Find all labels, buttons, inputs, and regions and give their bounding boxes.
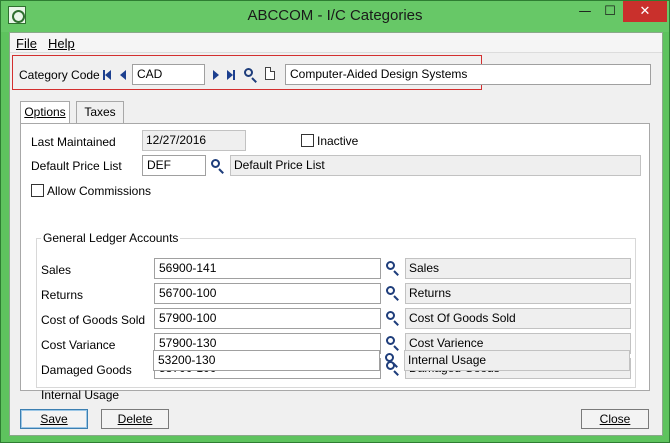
- menu-help-label: Help: [48, 36, 75, 51]
- category-code-input[interactable]: CAD: [132, 64, 205, 85]
- search-icon: [386, 261, 395, 270]
- next-record-button[interactable]: [210, 68, 222, 82]
- menu-file-label: File: [16, 36, 37, 51]
- search-icon: [244, 68, 253, 77]
- next-arrow-icon: [213, 70, 219, 80]
- search-icon-handle: [393, 320, 399, 326]
- search-icon-handle: [392, 362, 398, 368]
- search-icon-handle: [251, 77, 257, 83]
- search-icon: [386, 336, 395, 345]
- tab-taxes[interactable]: Taxes: [76, 101, 124, 123]
- tab-taxes-label: Taxes: [84, 105, 116, 119]
- gl-row-label: Cost of Goods Sold: [41, 313, 146, 327]
- minimize-button[interactable]: —: [573, 1, 597, 22]
- first-record-button[interactable]: [101, 68, 113, 82]
- first-arrow-icon: [105, 70, 111, 80]
- search-icon: [385, 353, 394, 362]
- gl-row-label: Returns: [41, 288, 84, 302]
- category-description-input[interactable]: Computer-Aided Design Systems: [285, 64, 651, 85]
- app-window: ABCCOM - I/C Categories — ☐ ✕ File Help …: [0, 0, 670, 443]
- category-lookup-button[interactable]: [243, 67, 259, 83]
- inactive-checkbox[interactable]: [301, 134, 314, 147]
- gl-accounts-title: General Ledger Accounts: [41, 231, 181, 245]
- delete-button-label: Delete: [117, 412, 153, 426]
- allow-commissions-checkbox[interactable]: [31, 184, 44, 197]
- delete-button[interactable]: Delete: [101, 409, 169, 429]
- gl-lookup-button[interactable]: [385, 310, 401, 326]
- menu-help[interactable]: Help: [48, 36, 75, 51]
- last-maintained-value: 12/27/2016: [142, 130, 246, 151]
- search-icon: [386, 311, 395, 320]
- menu-bar: File Help: [10, 33, 662, 53]
- close-button[interactable]: Close: [581, 409, 649, 429]
- previous-arrow-icon: [120, 70, 126, 80]
- maximize-button[interactable]: ☐: [598, 1, 622, 22]
- search-icon-handle: [393, 295, 399, 301]
- gl-account-desc: Sales: [405, 258, 631, 279]
- gl-lookup-button[interactable]: [385, 285, 401, 301]
- tab-options-label: Options: [24, 105, 66, 119]
- gl-lookup-button[interactable]: [385, 335, 401, 351]
- gl-lookup-button[interactable]: [384, 352, 400, 368]
- save-button[interactable]: Save: [20, 409, 88, 429]
- menu-file[interactable]: File: [16, 36, 37, 51]
- last-maintained-label: Last Maintained: [31, 135, 116, 149]
- gl-account-input[interactable]: 56700-100: [154, 283, 381, 304]
- client-area: File Help Category Code CAD Computer-Aid…: [9, 32, 663, 436]
- close-window-button[interactable]: ✕: [623, 1, 667, 22]
- last-record-button[interactable]: [225, 68, 237, 82]
- search-icon: [386, 286, 395, 295]
- default-price-list-label: Default Price List: [31, 159, 122, 173]
- window-title: ABCCOM - I/C Categories: [247, 7, 423, 24]
- gl-account-desc: Cost Of Goods Sold: [405, 308, 631, 329]
- tab-options[interactable]: Options: [20, 101, 70, 124]
- gl-row-label: Sales: [41, 263, 72, 277]
- gl-account-desc: Internal Usage: [404, 350, 630, 371]
- new-document-icon[interactable]: [265, 67, 275, 80]
- gl-account-desc: Returns: [405, 283, 631, 304]
- category-code-row: Category Code CAD Computer-Aided Design …: [10, 55, 662, 91]
- title-bar: ABCCOM - I/C Categories — ☐ ✕: [1, 1, 669, 32]
- search-icon-handle: [393, 270, 399, 276]
- price-list-lookup-button[interactable]: [210, 158, 226, 174]
- category-code-label: Category Code: [19, 68, 100, 82]
- inactive-label: Inactive: [317, 134, 359, 148]
- allow-commissions-label: Allow Commissions: [47, 184, 152, 198]
- default-price-list-desc: Default Price List: [230, 155, 641, 176]
- search-icon-handle: [393, 345, 399, 351]
- save-button-label: Save: [40, 412, 68, 426]
- gl-row-label: Damaged Goods: [41, 363, 132, 377]
- default-price-list-input[interactable]: DEF: [142, 155, 206, 176]
- close-button-label: Close: [599, 412, 631, 426]
- gl-lookup-button[interactable]: [385, 260, 401, 276]
- search-icon-handle: [218, 168, 224, 174]
- gl-row-label: Internal Usage: [41, 388, 120, 402]
- search-icon-handle: [393, 370, 399, 376]
- gl-account-input[interactable]: 53200-130: [153, 350, 380, 371]
- search-icon: [211, 159, 220, 168]
- gl-row-label: Cost Variance: [41, 338, 116, 352]
- gl-account-input[interactable]: 57900-100: [154, 308, 381, 329]
- last-bar: [233, 70, 235, 80]
- gl-account-input[interactable]: 56900-141: [154, 258, 381, 279]
- previous-record-button[interactable]: [117, 68, 129, 82]
